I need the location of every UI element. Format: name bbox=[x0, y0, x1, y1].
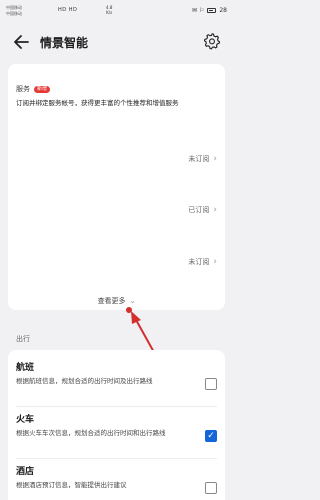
status-bar: 中国移动 中国移动 HD HD 4.8 K/s ✉ ⚐ 28 bbox=[0, 0, 233, 26]
subscription-status: 已订阅 bbox=[188, 206, 210, 214]
network-speed: 4.8 K/s bbox=[106, 5, 112, 15]
service-card: 服务 新增 订阅并绑定服务帐号，获得更丰富的个性推荐和增值服务 未订阅 › 已订… bbox=[8, 64, 225, 310]
divider bbox=[16, 406, 217, 407]
service-header: 服务 新增 bbox=[16, 84, 51, 94]
checkmark-icon: ✓ bbox=[207, 431, 215, 441]
carrier-info: 中国移动 中国移动 bbox=[6, 5, 22, 17]
item-title: 航班 bbox=[16, 363, 35, 373]
page-title: 情景智能 bbox=[40, 36, 89, 50]
section-travel-label: 出行 bbox=[16, 335, 30, 343]
chevron-right-icon: › bbox=[213, 257, 217, 267]
flight-checkbox[interactable] bbox=[205, 378, 217, 390]
subscription-status: 未订阅 bbox=[188, 155, 210, 163]
battery-level: 28 bbox=[219, 7, 227, 14]
list-item-flight[interactable]: 航班 根据航班信息，规划合适的出行时间及出行路线 bbox=[16, 360, 217, 390]
service-row-3[interactable]: 未订阅 › bbox=[188, 257, 217, 267]
list-item-hotel[interactable]: 酒店 根据酒店预订信息，智能提供出行建议 bbox=[16, 464, 217, 494]
service-title: 服务 bbox=[16, 85, 30, 93]
item-title: 火车 bbox=[16, 415, 35, 425]
chevron-right-icon: › bbox=[213, 205, 217, 215]
view-more-label: 查看更多 bbox=[97, 297, 126, 305]
battery-icon bbox=[207, 8, 217, 13]
signal-icon: HD HD bbox=[58, 7, 78, 13]
service-description: 订阅并绑定服务帐号，获得更丰富的个性推荐和增值服务 bbox=[16, 99, 179, 107]
back-arrow-icon[interactable] bbox=[12, 32, 32, 52]
chevron-down-icon: ⌄ bbox=[129, 297, 136, 305]
item-description: 根据酒店预订信息，智能提供出行建议 bbox=[16, 481, 127, 489]
service-row-1[interactable]: 未订阅 › bbox=[188, 154, 217, 164]
carrier-label-2: 中国移动 bbox=[6, 11, 22, 16]
travel-card: 航班 根据航班信息，规划合适的出行时间及出行路线 火车 根据火车车次信息，规划合… bbox=[8, 350, 225, 500]
train-checkbox[interactable]: ✓ bbox=[205, 430, 217, 442]
subscription-status: 未订阅 bbox=[188, 258, 210, 266]
status-right: ✉ ⚐ 28 bbox=[192, 7, 227, 14]
chevron-right-icon: › bbox=[213, 154, 217, 164]
item-description: 根据火车车次信息，规划合适的出行时间和出行路线 bbox=[16, 429, 166, 437]
notification-icons: ✉ ⚐ bbox=[192, 7, 205, 14]
annotation-dot bbox=[126, 307, 132, 313]
view-more-button[interactable]: 查看更多 ⌄ bbox=[8, 296, 225, 306]
gear-icon[interactable] bbox=[203, 32, 221, 50]
new-badge: 新增 bbox=[34, 85, 51, 93]
item-description: 根据航班信息，规划合适的出行时间及出行路线 bbox=[16, 377, 153, 385]
speed-unit: K/s bbox=[106, 10, 113, 15]
service-row-2[interactable]: 已订阅 › bbox=[188, 205, 217, 215]
item-title: 酒店 bbox=[16, 467, 35, 477]
app-bar: 情景智能 bbox=[0, 26, 233, 58]
hotel-checkbox[interactable] bbox=[205, 482, 217, 494]
list-item-train[interactable]: 火车 根据火车车次信息，规划合适的出行时间和出行路线 ✓ bbox=[16, 412, 217, 442]
divider bbox=[16, 458, 217, 459]
